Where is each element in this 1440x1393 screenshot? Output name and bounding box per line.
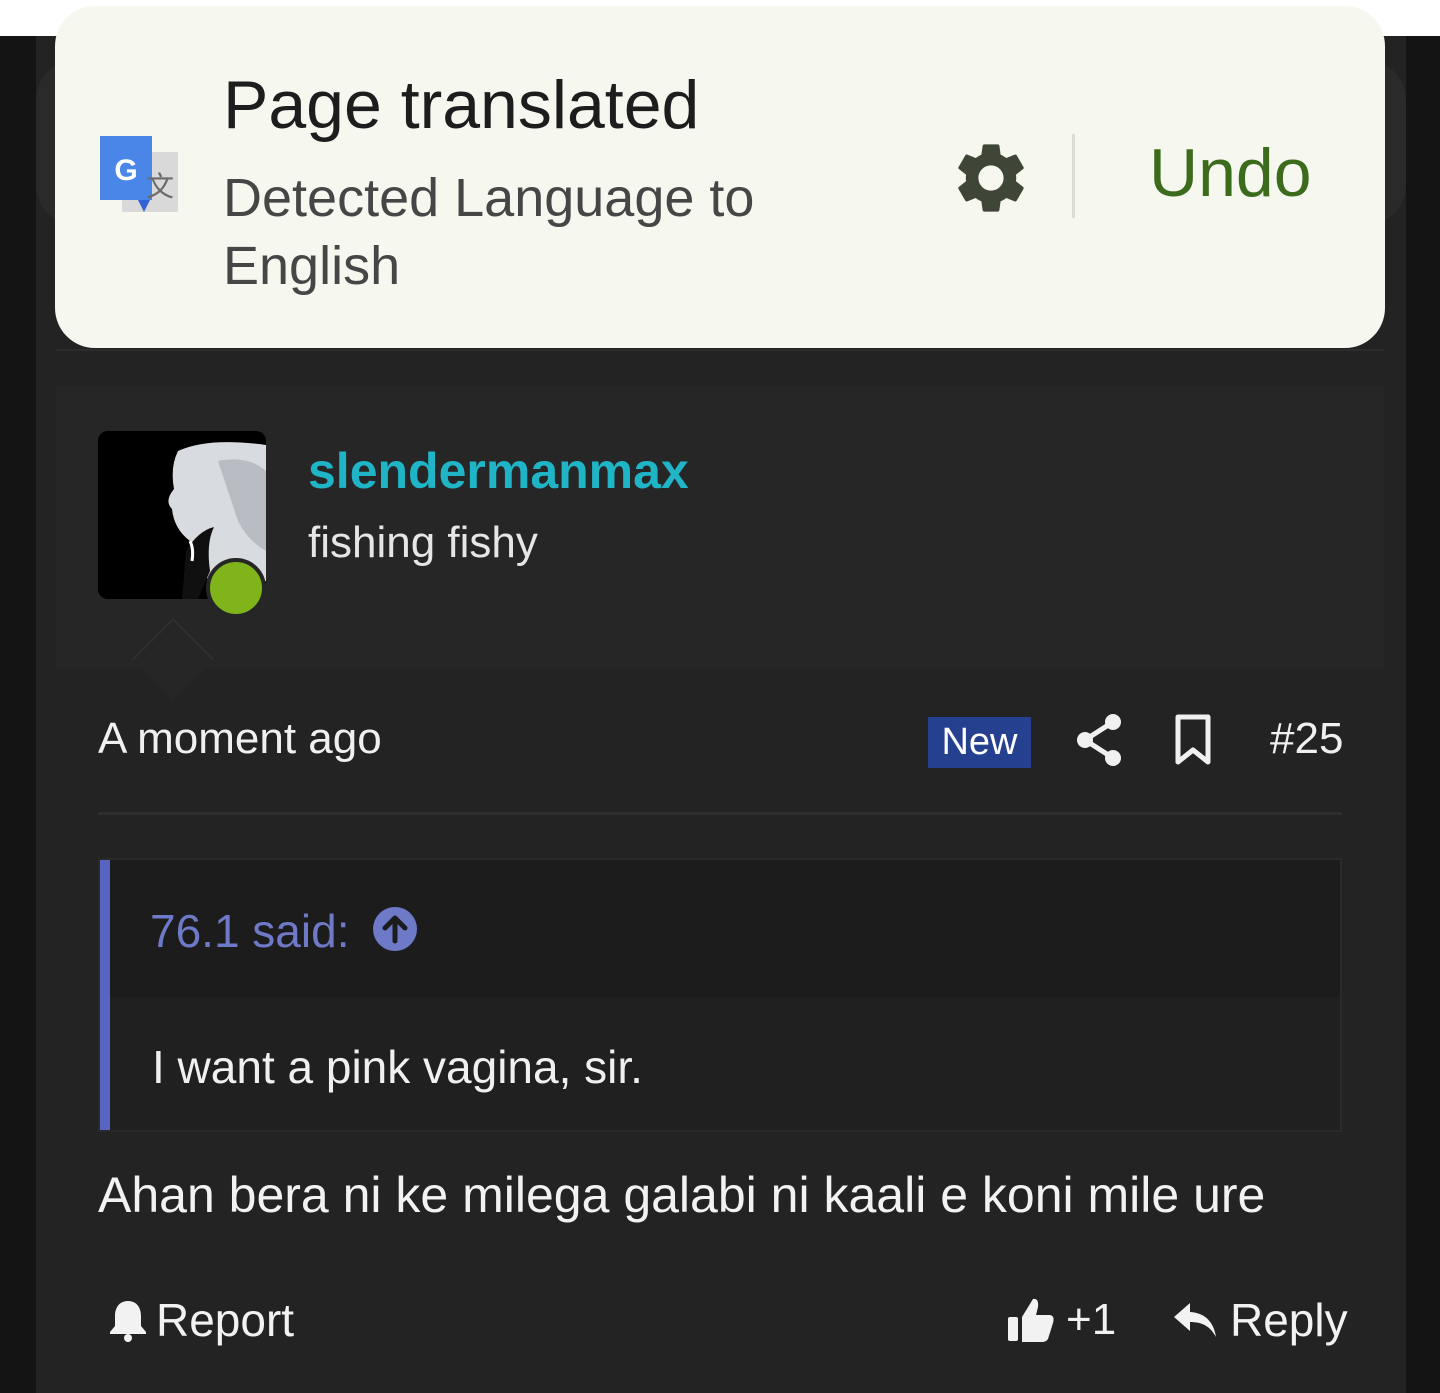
share-icon[interactable]: [1074, 712, 1124, 768]
post-body: Ahan bera ni ke milega galabi ni kaali e…: [98, 1167, 1266, 1223]
like-button[interactable]: +1: [1006, 1292, 1116, 1348]
report-label: Report: [156, 1294, 295, 1346]
new-badge: New: [928, 717, 1031, 768]
svg-text:文: 文: [146, 170, 174, 203]
quote-text: I want a pink vagina, sir.: [152, 1041, 643, 1093]
online-status-indicator: [206, 558, 266, 618]
gear-icon[interactable]: [949, 136, 1033, 220]
reply-button[interactable]: Reply: [1172, 1292, 1348, 1348]
quote-block: 76.1 said: I want a pink vagina, sir.: [98, 858, 1342, 1132]
bookmark-icon[interactable]: [1174, 714, 1212, 766]
post-timestamp[interactable]: A moment ago: [98, 714, 382, 764]
like-count: +1: [1066, 1295, 1117, 1344]
translate-divider: [1072, 134, 1075, 218]
reply-label: Reply: [1230, 1294, 1348, 1346]
translate-title: Page translated: [223, 67, 700, 143]
user-info-block: slendermanmax fishing fishy: [56, 386, 1384, 701]
user-title: fishing fishy: [308, 518, 538, 567]
arrow-up-circle-icon[interactable]: [372, 906, 418, 952]
reply-arrow-icon: [1174, 1303, 1216, 1337]
meta-divider: [98, 812, 1342, 815]
report-button[interactable]: Report: [108, 1292, 294, 1348]
google-translate-icon: G 文: [100, 136, 178, 212]
quote-author-link[interactable]: 76.1 said:: [150, 904, 349, 958]
svg-text:G: G: [114, 154, 137, 187]
bell-icon: [110, 1301, 146, 1342]
section-divider: [56, 349, 1384, 351]
undo-button[interactable]: Undo: [1149, 134, 1312, 212]
username-link[interactable]: slendermanmax: [308, 442, 689, 500]
left-margin: [0, 36, 36, 1393]
translate-subtitle: Detected Language to English: [223, 168, 755, 296]
translate-notification: G 文 Page translated Detected Language to…: [55, 6, 1385, 348]
thumbs-up-icon: [1008, 1298, 1054, 1342]
post-number-link[interactable]: #25: [1270, 714, 1343, 764]
quote-accent-bar: [100, 860, 110, 1130]
